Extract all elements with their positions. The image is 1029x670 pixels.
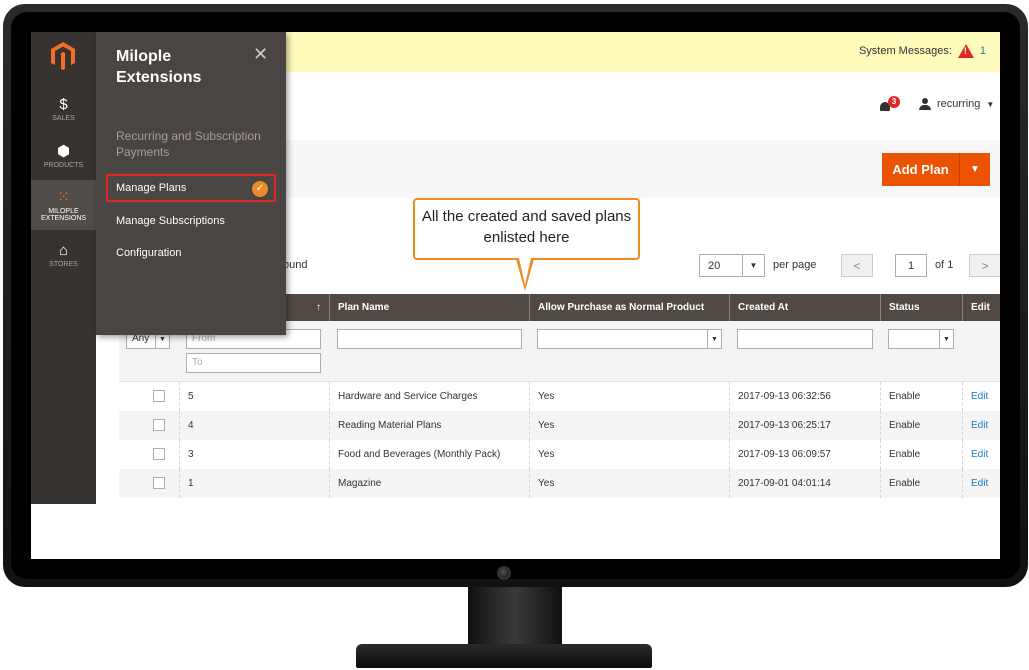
warning-icon	[957, 44, 974, 58]
flyout-title: Milople Extensions	[116, 48, 202, 86]
chevron-down-icon[interactable]: ▼	[939, 330, 953, 348]
grid-icon: ⁙	[57, 189, 70, 206]
edit-link[interactable]: Edit	[962, 469, 1000, 498]
edit-link[interactable]: Edit	[962, 382, 1000, 411]
cell-id: 3	[179, 440, 329, 469]
sidebar-item-sales[interactable]: $ SALES	[31, 96, 96, 138]
menu-item-manage-plans[interactable]: Manage Plans ✓	[106, 174, 276, 202]
user-menu[interactable]: recurring ▼	[919, 98, 994, 110]
cell-status: Enable	[880, 382, 962, 411]
magento-logo-icon[interactable]	[51, 42, 75, 70]
prev-page-button[interactable]: <	[841, 254, 873, 277]
row-checkbox[interactable]	[153, 477, 165, 489]
admin-sidebar: $ SALES ⬢ PRODUCTS ⁙ MILOPLE EXTENSIONS …	[31, 32, 96, 504]
allow-purchase-filter[interactable]: ▼	[537, 329, 722, 349]
plan-name-filter[interactable]	[337, 329, 522, 349]
cell-plan-name: Magazine	[329, 469, 529, 498]
cell-plan-name: Food and Beverages (Monthly Pack)	[329, 440, 529, 469]
add-plan-button[interactable]: Add Plan ▼	[882, 153, 990, 186]
table-row[interactable]: 4 Reading Material Plans Yes 2017-09-13 …	[119, 411, 1000, 440]
page-total: of 1	[935, 259, 954, 271]
row-checkbox[interactable]	[153, 419, 165, 431]
add-plan-label[interactable]: Add Plan	[882, 153, 960, 186]
page-input[interactable]: 1	[895, 254, 927, 277]
sidebar-item-label: SALES	[52, 115, 75, 122]
chevron-down-icon[interactable]: ▼	[960, 153, 990, 186]
user-icon	[919, 98, 931, 110]
box-icon: ⬢	[56, 143, 71, 160]
notifications-bell-icon[interactable]: 3	[879, 96, 900, 114]
table-row[interactable]: 1 Magazine Yes 2017-09-01 04:01:14 Enabl…	[119, 469, 1000, 498]
annotation-callout: All the created and saved plans enlisted…	[413, 198, 640, 260]
menu-item-label: Manage Plans	[116, 182, 187, 194]
menu-item-manage-subscriptions[interactable]: Manage Subscriptions	[106, 207, 276, 235]
edit-link[interactable]: Edit	[962, 440, 1000, 469]
cell-status: Enable	[880, 440, 962, 469]
dollar-icon: $	[59, 96, 68, 113]
cell-created-at: 2017-09-13 06:09:57	[729, 440, 880, 469]
per-page-value: 20	[708, 260, 721, 272]
cell-id: 1	[179, 469, 329, 498]
status-filter[interactable]: ▼	[888, 329, 954, 349]
menu-item-configuration[interactable]: Configuration	[106, 239, 276, 267]
monitor-illustration: System Messages: 1 3 recurring ▼ Add Pla…	[0, 0, 1029, 670]
user-name: recurring	[937, 98, 981, 110]
table-row[interactable]: 3 Food and Beverages (Monthly Pack) Yes …	[119, 440, 1000, 469]
monitor-stand-neck	[468, 587, 562, 645]
monitor-stand-base	[356, 644, 652, 668]
header-plan-name[interactable]: Plan Name	[329, 294, 529, 321]
per-page-select[interactable]: 20 ▼	[699, 254, 765, 277]
cell-status: Enable	[880, 469, 962, 498]
table-row[interactable]: 5 Hardware and Service Charges Yes 2017-…	[119, 382, 1000, 411]
next-page-button[interactable]: >	[969, 254, 1000, 277]
chevron-down-icon[interactable]: ▼	[707, 330, 721, 348]
flyout-section-title: Recurring and Subscription Payments	[116, 129, 261, 159]
header-status[interactable]: Status	[880, 294, 962, 321]
header-allow-purchase[interactable]: Allow Purchase as Normal Product	[529, 294, 729, 321]
header-edit[interactable]: Edit	[962, 294, 1000, 321]
sidebar-item-milople-extensions[interactable]: ⁙ MILOPLE EXTENSIONS	[31, 180, 96, 230]
admin-screen: System Messages: 1 3 recurring ▼ Add Pla…	[31, 32, 1000, 559]
id-to-input[interactable]: To	[186, 353, 321, 373]
cell-allow-purchase: Yes	[529, 382, 729, 411]
cell-created-at: 2017-09-13 06:32:56	[729, 382, 880, 411]
edit-link[interactable]: Edit	[962, 411, 1000, 440]
sidebar-item-stores[interactable]: ⌂ STORES	[31, 242, 96, 284]
cell-plan-name: Hardware and Service Charges	[329, 382, 529, 411]
cell-id: 4	[179, 411, 329, 440]
system-messages-label: System Messages:	[858, 45, 952, 57]
extensions-flyout-menu: Milople Extensions ✕ Recurring and Subsc…	[96, 32, 286, 335]
sidebar-item-label: MILOPLE EXTENSIONS	[40, 208, 87, 222]
per-page-label: per page	[773, 259, 817, 271]
close-icon[interactable]: ✕	[253, 44, 268, 65]
cell-created-at: 2017-09-13 06:25:17	[729, 411, 880, 440]
row-checkbox[interactable]	[153, 448, 165, 460]
menu-item-label: Manage Subscriptions	[116, 215, 225, 227]
cell-id: 5	[179, 382, 329, 411]
cell-created-at: 2017-09-01 04:01:14	[729, 469, 880, 498]
cell-allow-purchase: Yes	[529, 440, 729, 469]
store-icon: ⌂	[58, 242, 69, 259]
cell-allow-purchase: Yes	[529, 411, 729, 440]
created-at-filter[interactable]	[737, 329, 873, 349]
webcam-icon	[497, 566, 511, 580]
caret-down-icon: ▼	[986, 99, 995, 109]
sidebar-item-label: PRODUCTS	[43, 162, 84, 169]
cell-allow-purchase: Yes	[529, 469, 729, 498]
menu-item-label: Configuration	[116, 247, 182, 259]
records-found: ound	[283, 259, 308, 271]
sidebar-item-label: STORES	[49, 261, 78, 268]
system-messages[interactable]: System Messages: 1	[859, 44, 986, 58]
sidebar-item-products[interactable]: ⬢ PRODUCTS	[31, 142, 96, 184]
check-icon: ✓	[252, 181, 268, 197]
cell-status: Enable	[880, 411, 962, 440]
cell-plan-name: Reading Material Plans	[329, 411, 529, 440]
chevron-down-icon[interactable]: ▼	[742, 255, 764, 276]
system-messages-count[interactable]: 1	[980, 45, 986, 57]
header-created-at[interactable]: Created At	[729, 294, 880, 321]
callout-pointer	[516, 258, 534, 291]
notifications-badge: 3	[888, 96, 900, 108]
row-checkbox[interactable]	[153, 390, 165, 402]
